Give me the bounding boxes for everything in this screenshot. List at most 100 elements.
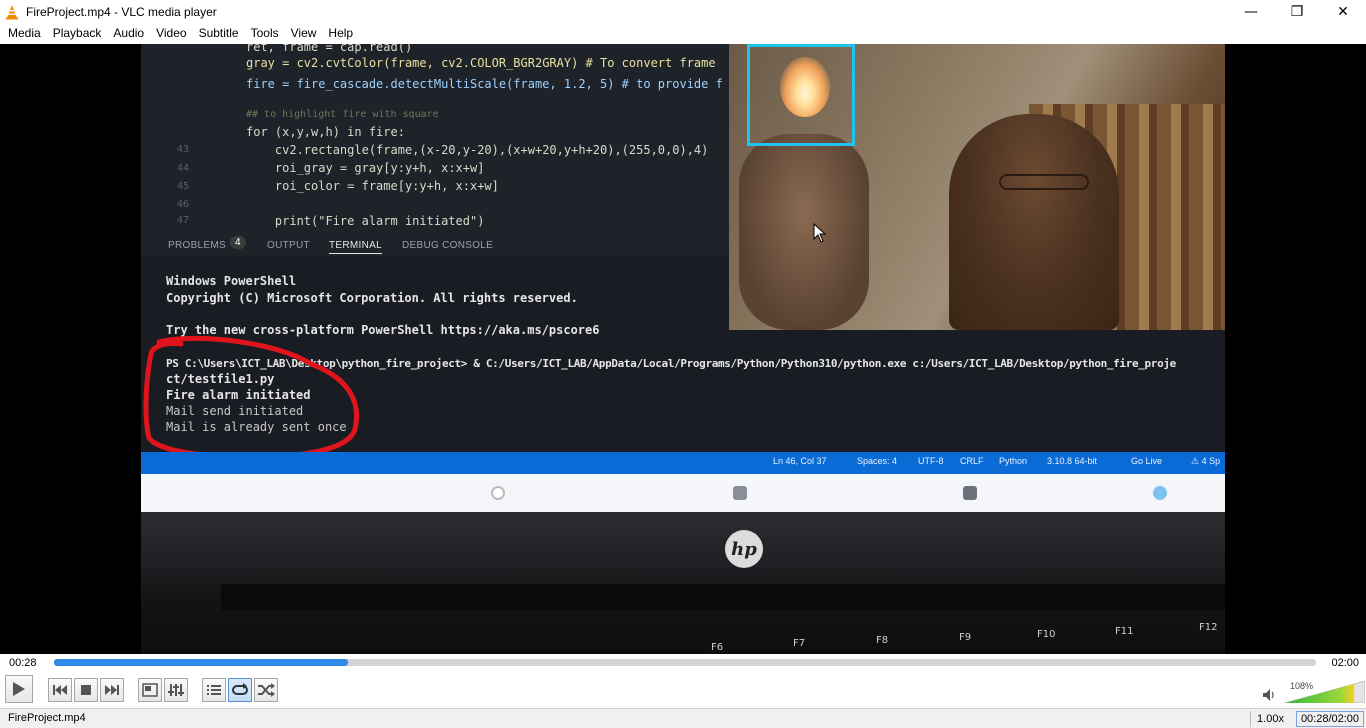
menu-tools[interactable]: Tools bbox=[245, 23, 285, 43]
terminal-line: Windows PowerShell bbox=[166, 274, 297, 288]
code-line: roi_gray = gray[y:y+h, x:x+w] bbox=[246, 161, 485, 175]
play-icon bbox=[13, 682, 25, 696]
laptop-hinge bbox=[221, 584, 1225, 610]
status-filename: FireProject.mp4 bbox=[8, 712, 86, 724]
stop-icon bbox=[81, 685, 91, 695]
tab-debug-console: DEBUG CONSOLE bbox=[402, 240, 494, 251]
tab-terminal: TERMINAL bbox=[329, 240, 382, 254]
fullscreen-button[interactable] bbox=[138, 678, 162, 702]
search-icon bbox=[491, 486, 505, 500]
terminal-line: Copyright (C) Microsoft Corporation. All… bbox=[166, 291, 578, 305]
status-items: Ln 46, Col 37 Spaces: 4 UTF-8 CRLF Pytho… bbox=[141, 456, 1225, 470]
status-item: Python bbox=[999, 456, 1028, 466]
line-number: 44 bbox=[177, 163, 190, 174]
playback-controls: 108% bbox=[0, 674, 1366, 708]
close-button[interactable]: ✕ bbox=[1320, 0, 1366, 23]
key-f8: F8 bbox=[876, 635, 889, 646]
windows-taskbar bbox=[141, 474, 1225, 512]
loop-icon bbox=[232, 683, 248, 695]
status-item: ⚠ 4 Sp bbox=[1191, 456, 1221, 466]
status-time[interactable]: 00:28/02:00 bbox=[1296, 711, 1364, 727]
shuffle-button[interactable] bbox=[254, 678, 278, 702]
skip-forward-icon bbox=[105, 685, 119, 695]
status-item: 3.10.8 64-bit bbox=[1047, 456, 1098, 466]
tab-output: OUTPUT bbox=[267, 240, 310, 251]
next-button[interactable] bbox=[100, 678, 124, 702]
menu-subtitle[interactable]: Subtitle bbox=[193, 23, 245, 43]
red-annotation-circle bbox=[143, 335, 360, 459]
menu-bar: Media Playback Audio Video Subtitle Tool… bbox=[0, 23, 1366, 43]
code-line: gray = cv2.cvtColor(frame, cv2.COLOR_BGR… bbox=[246, 56, 716, 70]
menu-view[interactable]: View bbox=[285, 23, 323, 43]
help-icon bbox=[1153, 486, 1167, 500]
shuffle-icon bbox=[258, 683, 275, 697]
mouse-cursor-icon bbox=[813, 223, 827, 243]
menu-audio[interactable]: Audio bbox=[107, 23, 150, 43]
equalizer-icon bbox=[168, 684, 184, 696]
title-bar: FireProject.mp4 - VLC media player — ❐ ✕ bbox=[0, 0, 1366, 23]
webcam-overlay bbox=[729, 44, 1225, 330]
elapsed-time: 00:28 bbox=[9, 657, 37, 669]
video-frame: ret, frame = cap.read() gray = cv2.cvtCo… bbox=[141, 44, 1225, 654]
playback-speed[interactable]: 1.00x bbox=[1250, 711, 1290, 727]
glasses bbox=[999, 174, 1089, 190]
code-editor: ret, frame = cap.read() gray = cv2.cvtCo… bbox=[141, 44, 741, 234]
menu-media[interactable]: Media bbox=[2, 23, 47, 43]
code-line: cv2.rectangle(frame,(x-20,y-20),(x+w+20,… bbox=[246, 143, 709, 157]
function-keys: F6 F7 F8 F9 F10 F11 F12 bbox=[681, 622, 1225, 654]
menu-help[interactable]: Help bbox=[322, 23, 359, 43]
video-area[interactable]: ret, frame = cap.read() gray = cv2.cvtCo… bbox=[0, 44, 1366, 654]
hp-logo: hp bbox=[725, 530, 763, 568]
window-title: FireProject.mp4 - VLC media player bbox=[26, 4, 217, 19]
vlc-cone-icon bbox=[6, 4, 18, 19]
code-line: ## to highlight fire with square bbox=[246, 109, 439, 120]
app-icon bbox=[963, 486, 977, 500]
panel-tabs: PROBLEMS 4 OUTPUT TERMINAL DEBUG CONSOLE bbox=[141, 234, 741, 256]
code-line: print("Fire alarm initiated") bbox=[246, 214, 485, 228]
status-bar: FireProject.mp4 1.00x 00:28/02:00 bbox=[0, 708, 1366, 728]
store-icon bbox=[733, 486, 747, 500]
key-f7: F7 bbox=[793, 638, 806, 649]
seek-bar-row: 00:28 02:00 bbox=[0, 654, 1366, 674]
skip-back-icon bbox=[53, 685, 67, 695]
seek-progress bbox=[54, 659, 349, 666]
playlist-button[interactable] bbox=[202, 678, 226, 702]
maximize-button[interactable]: ❐ bbox=[1274, 0, 1320, 23]
status-item: UTF-8 bbox=[918, 456, 944, 466]
extended-settings-button[interactable] bbox=[164, 678, 188, 702]
speaker-icon[interactable] bbox=[1262, 688, 1278, 702]
flame bbox=[780, 57, 830, 117]
hand bbox=[739, 134, 869, 330]
key-f6: F6 bbox=[711, 642, 724, 653]
minimize-button[interactable]: — bbox=[1228, 0, 1274, 23]
code-line: fire = fire_cascade.detectMultiScale(fra… bbox=[246, 77, 723, 91]
code-line: roi_color = frame[y:y+h, x:x+w] bbox=[246, 179, 499, 193]
seek-slider[interactable] bbox=[54, 659, 1316, 666]
total-time: 02:00 bbox=[1331, 657, 1359, 669]
play-button[interactable] bbox=[5, 675, 33, 703]
line-number: 47 bbox=[177, 215, 190, 226]
status-item: Go Live bbox=[1131, 456, 1163, 466]
fullscreen-icon bbox=[142, 683, 158, 697]
stop-button[interactable] bbox=[74, 678, 98, 702]
code-line: for (x,y,w,h) in fire: bbox=[246, 125, 405, 139]
status-item: Spaces: 4 bbox=[857, 456, 898, 466]
line-number: 46 bbox=[177, 199, 190, 210]
line-number: 43 bbox=[177, 144, 190, 155]
key-f10: F10 bbox=[1037, 629, 1056, 640]
problems-count-badge: 4 bbox=[230, 236, 246, 249]
fire-detection-box bbox=[747, 44, 855, 146]
volume-slider[interactable] bbox=[1285, 681, 1365, 703]
code-line: ret, frame = cap.read() bbox=[246, 44, 413, 54]
key-f9: F9 bbox=[959, 632, 972, 643]
status-item: Ln 46, Col 37 bbox=[773, 456, 827, 466]
loop-button[interactable] bbox=[228, 678, 252, 702]
key-f11: F11 bbox=[1115, 626, 1134, 637]
window-controls: — ❐ ✕ bbox=[1228, 0, 1366, 23]
menu-video[interactable]: Video bbox=[150, 23, 192, 43]
status-item: CRLF bbox=[960, 456, 984, 466]
previous-button[interactable] bbox=[48, 678, 72, 702]
tab-problems: PROBLEMS bbox=[168, 240, 226, 251]
menu-playback[interactable]: Playback bbox=[47, 23, 108, 43]
person bbox=[949, 114, 1119, 330]
